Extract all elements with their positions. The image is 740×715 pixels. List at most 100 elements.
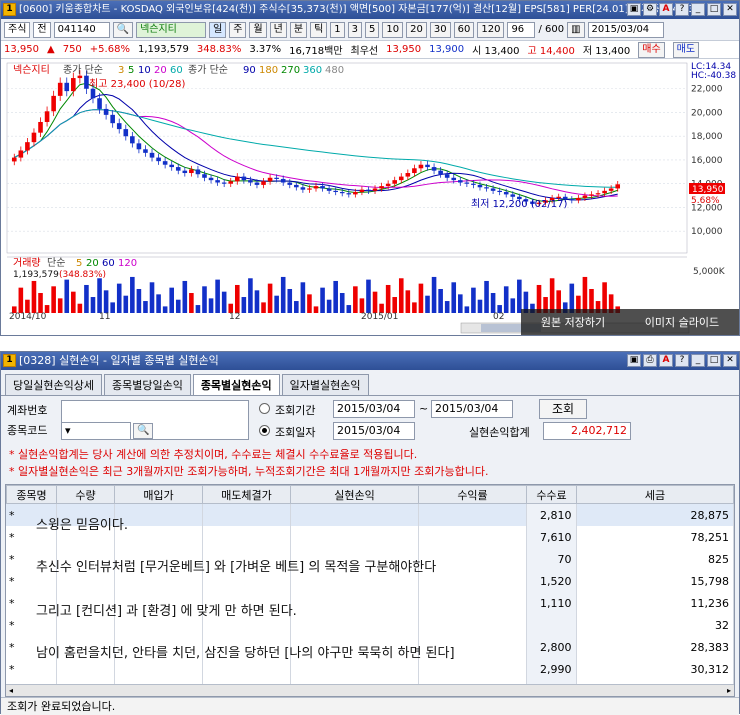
col-fee[interactable]: 수수료	[526, 485, 577, 504]
volume-bar	[143, 301, 148, 313]
volume-bar	[385, 284, 391, 313]
period-radio[interactable]	[259, 403, 270, 414]
link-icon[interactable]: ▣	[627, 3, 641, 16]
minute-20-button[interactable]: 20	[406, 21, 427, 38]
candle-body	[274, 177, 279, 179]
status-bar: 조회가 완료되었습니다.	[1, 697, 739, 715]
price-chart[interactable]: 22,00020,00018,00016,00014,00012,00010,0…	[1, 59, 739, 335]
stock-code-input[interactable]: 041140	[53, 21, 110, 38]
pnl-alert-icon[interactable]: A	[659, 354, 673, 367]
maximize-icon[interactable]: □	[707, 3, 721, 16]
minute-120-button[interactable]: 120	[477, 21, 505, 38]
table-row[interactable]: * 2,990 30,312	[6, 658, 734, 680]
pnl-close-icon[interactable]: ✕	[723, 354, 737, 367]
tab-stock-realized[interactable]: 종목별실현손익	[192, 374, 280, 395]
help-icon[interactable]: ?	[675, 3, 689, 16]
candle-body	[589, 194, 594, 196]
vol-ma120-label: 120	[118, 258, 137, 269]
volume-bar	[451, 282, 457, 313]
market-select[interactable]: 주식	[4, 21, 31, 38]
fee-cell	[526, 614, 577, 636]
candle-body	[44, 111, 50, 122]
candle-body	[294, 184, 299, 188]
tax-cell: 28,875	[576, 504, 734, 526]
col-stock-name[interactable]: 종목명	[6, 485, 57, 504]
candle-body	[18, 150, 24, 158]
close-icon[interactable]: ✕	[723, 3, 737, 16]
candle-body	[431, 167, 437, 171]
minute-5-button[interactable]: 5	[365, 21, 380, 38]
minute-1-button[interactable]: 1	[330, 21, 345, 38]
candle-body	[615, 184, 621, 189]
period-minute-button[interactable]: 분	[289, 21, 308, 38]
pnl-search-icon[interactable]: 🔍	[133, 423, 154, 439]
volume-bar	[307, 294, 312, 313]
buy-button[interactable]: 매수	[638, 41, 665, 58]
tab-date-realized[interactable]: 일자별실현손익	[281, 374, 369, 395]
pnl-table[interactable]: 종목명 수량 매입가 매도체결가 실현손익 수익률 수수료 세금 * 2,810 2…	[5, 484, 735, 697]
tab-stock-daily[interactable]: 종목별당일손익	[103, 374, 191, 395]
alert-icon[interactable]: A	[659, 3, 673, 16]
col-quantity[interactable]: 수량	[56, 485, 115, 504]
col-sell-price[interactable]: 매도체결가	[202, 485, 291, 504]
sell-button[interactable]: 매도	[672, 41, 700, 58]
candle-body	[175, 167, 181, 171]
vol-ma20-label: 20	[86, 258, 99, 269]
minute-60-button[interactable]: 60	[453, 21, 475, 38]
period-year-button[interactable]: 년	[269, 21, 287, 38]
period-from-input[interactable]: 2015/03/04	[333, 400, 415, 418]
candle-body	[608, 188, 614, 191]
mode-select[interactable]: 전	[33, 21, 51, 38]
date-input[interactable]: 2015/03/04	[333, 422, 415, 440]
period-tick-button[interactable]: 틱	[310, 21, 328, 38]
tool-icon[interactable]: ▥	[567, 21, 585, 38]
open-price: 시 13,400	[472, 46, 520, 57]
date-radio-dot	[262, 428, 267, 433]
y-tick-label: 22,000	[691, 85, 723, 95]
save-original-button[interactable]: 원본 저장하기	[541, 314, 605, 330]
table-header: 종목명 수량 매입가 매도체결가 실현손익 수익률 수수료 세금	[6, 485, 734, 504]
max-price-label: 최고 23,400 (10/28)	[89, 78, 185, 90]
minute-30-button[interactable]: 30	[429, 21, 451, 38]
pnl-app-icon: 1	[3, 354, 16, 367]
date-radio[interactable]	[259, 425, 270, 436]
candle-body	[51, 95, 56, 112]
minute-3-button[interactable]: 3	[347, 21, 363, 38]
query-button[interactable]: 조회	[539, 399, 587, 419]
pnl-maximize-icon[interactable]: □	[707, 354, 721, 367]
pnl-minimize-icon[interactable]: _	[691, 354, 705, 367]
minute-10-button[interactable]: 10	[382, 21, 404, 38]
settings-icon[interactable]: ⚙	[643, 3, 657, 16]
pnl-print-icon[interactable]: ⎙	[643, 354, 657, 367]
tax-cell: 11,236	[576, 592, 734, 614]
search-icon[interactable]: 🔍	[112, 21, 134, 38]
pnl-help-icon[interactable]: ?	[675, 354, 689, 367]
table-scrollbar[interactable]: ◂ ▸	[6, 684, 734, 696]
tab-daily-detail[interactable]: 당일실현손익상세	[5, 374, 102, 395]
chart-date-input[interactable]: 2015/03/04	[587, 21, 664, 38]
table-body[interactable]: * 2,810 28,875 * 7,610 78,251 * 70 825 * 1,520 15,7…	[6, 504, 734, 684]
current-price: 13,950	[4, 44, 39, 55]
period-week-button[interactable]: 주	[229, 21, 247, 38]
count-input[interactable]: 96	[507, 21, 536, 38]
col-buy-price[interactable]: 매입가	[114, 485, 203, 504]
col-return[interactable]: 수익률	[418, 485, 527, 504]
image-slide-button[interactable]: 이미지 슬라이드	[645, 314, 719, 330]
chart-title: [0600] 키움종합차트 - KOSDAQ 외국인보유[424(천)] 주식수…	[19, 4, 695, 15]
candle-body	[77, 75, 83, 79]
candle-body	[385, 183, 391, 187]
volume-bar	[418, 283, 424, 313]
col-tax[interactable]: 세금	[576, 485, 734, 504]
period-to-input[interactable]: 2015/03/04	[431, 400, 513, 418]
table-row[interactable]: * 1,31013,308	[6, 680, 734, 684]
pnl-link-icon[interactable]: ▣	[627, 354, 641, 367]
trade-amount: 16,718백만	[289, 46, 343, 57]
y-tick-label: 16,000	[691, 156, 723, 166]
minimize-icon[interactable]: _	[691, 3, 705, 16]
volume-bar	[503, 286, 509, 313]
period-day-button[interactable]: 일	[209, 21, 227, 38]
period-month-button[interactable]: 월	[249, 21, 267, 38]
volume-bar	[110, 302, 115, 313]
col-realized[interactable]: 실현손익	[290, 485, 419, 504]
stock-code-field[interactable]: ▾	[61, 422, 131, 440]
